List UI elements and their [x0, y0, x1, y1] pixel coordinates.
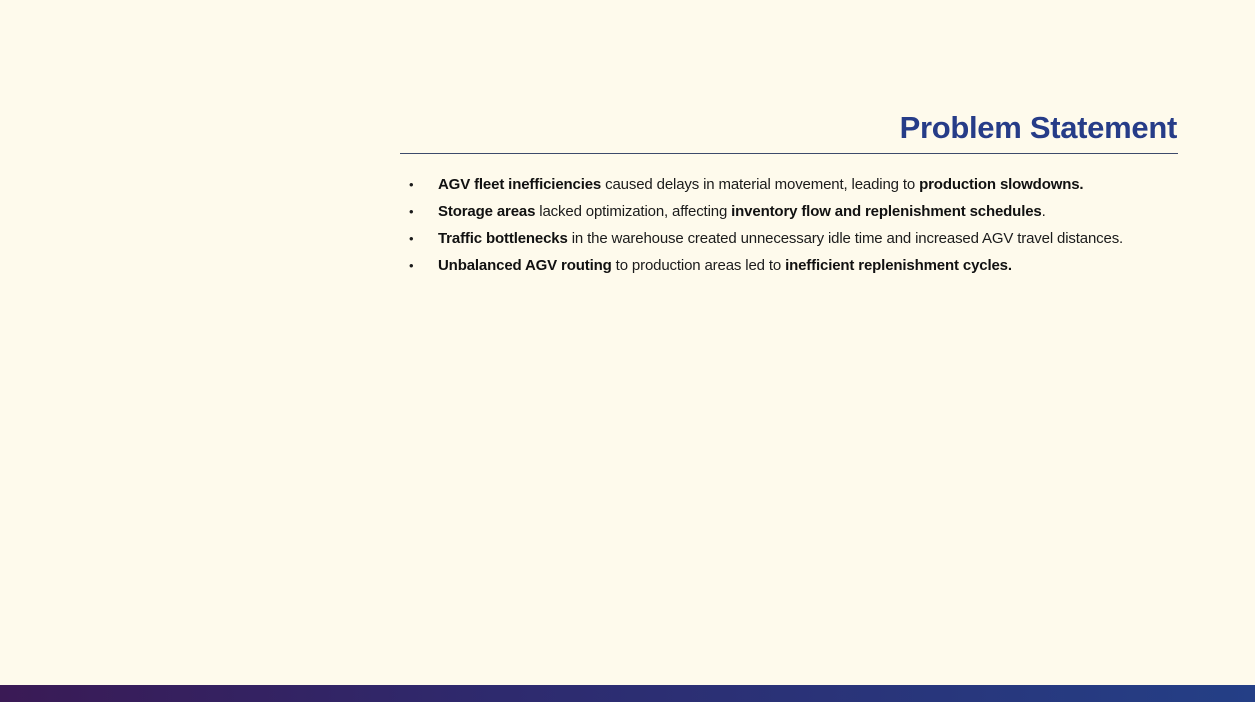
- bullet-icon: •: [409, 204, 414, 219]
- title-divider: [400, 153, 1178, 154]
- bullet-icon: •: [409, 231, 414, 246]
- footer-gradient-bar: [0, 685, 1255, 702]
- bullet-list: • AGV fleet inefficiencies caused delays …: [400, 171, 1190, 279]
- bullet-item-storage-areas: • Storage areas lacked optimization, affe…: [400, 198, 1190, 225]
- bullet-bold-lead: AGV fleet inefficiencies: [438, 176, 602, 193]
- bullet-bold-emphasis: inventory flow and replenishment schedul…: [731, 203, 1042, 220]
- bullet-item-unbalanced-routing: • Unbalanced AGV routing to production ar…: [400, 252, 1190, 279]
- bullet-text: to production areas led to: [611, 257, 786, 274]
- bullet-icon: •: [409, 177, 414, 192]
- bullet-text: in the warehouse created unnecessary idl…: [567, 230, 1124, 247]
- bullet-bold-lead: Unbalanced AGV routing: [438, 257, 612, 274]
- bullet-text: caused delays in material movement, lead…: [601, 176, 920, 193]
- bullet-bold-lead: Storage areas: [438, 203, 536, 220]
- bullet-bold-emphasis: production slowdowns.: [919, 176, 1084, 193]
- bullet-bold-lead: Traffic bottlenecks: [438, 230, 568, 247]
- bullet-bold-emphasis: inefficient replenishment cycles.: [785, 257, 1012, 274]
- bullet-text-tail: .: [1041, 203, 1046, 220]
- bullet-text: lacked optimization, affecting: [535, 203, 732, 220]
- slide: Problem Statement • AGV fleet inefficienc…: [0, 0, 1255, 702]
- slide-title: Problem Statement: [899, 110, 1178, 145]
- bullet-item-agv-fleet: • AGV fleet inefficiencies caused delays …: [400, 171, 1190, 198]
- bullet-item-traffic-bottlenecks: • Traffic bottlenecks in the warehouse cr…: [400, 225, 1190, 252]
- bullet-icon: •: [409, 258, 414, 273]
